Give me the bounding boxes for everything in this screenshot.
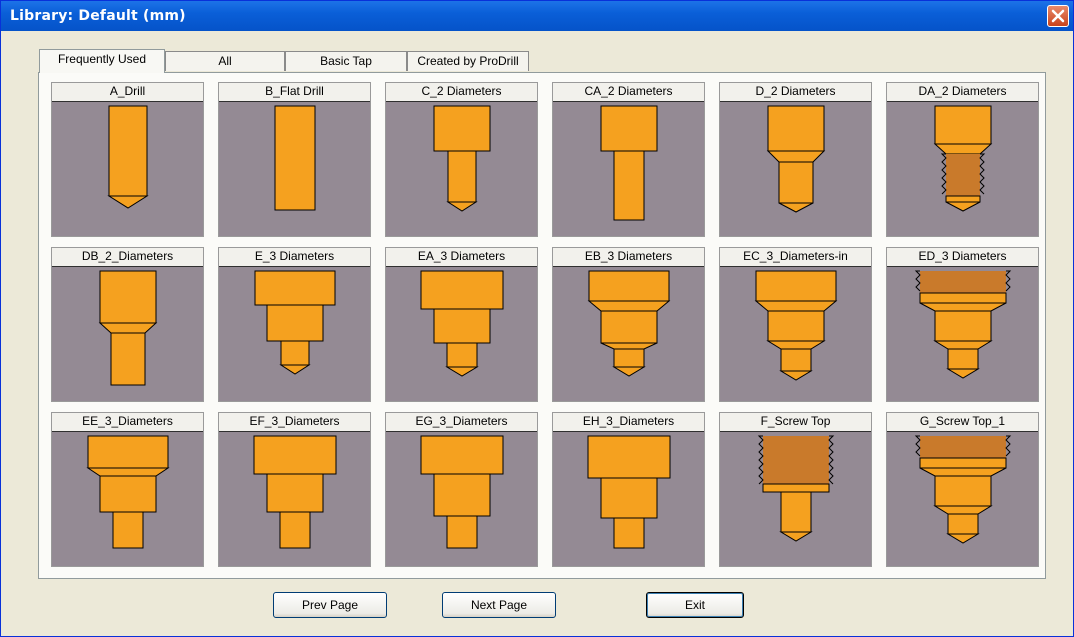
tool-drawing-icon [720,267,871,401]
tool-label: DA_2 Diameters [887,83,1038,102]
tool-label: CA_2 Diameters [553,83,704,102]
prev-page-button[interactable]: Prev Page [273,592,387,618]
tool-label: G_Screw Top_1 [887,413,1038,432]
tab-frequently-used[interactable]: Frequently Used [39,49,165,73]
tool-label: EB_3 Diameters [553,248,704,267]
next-page-button[interactable]: Next Page [442,592,556,618]
tool-label: D_2 Diameters [720,83,871,102]
tool-label: ED_3 Diameters [887,248,1038,267]
tool-drawing-icon [553,432,704,566]
tool-drawing-icon [386,432,537,566]
tool-label: EA_3 Diameters [386,248,537,267]
tool-card[interactable]: F_Screw Top [719,412,872,567]
dialog-body: Frequently Used All Basic Tap Created by… [5,31,1067,634]
library-window: Library: Default (mm) Frequently Used Al… [0,0,1074,637]
tool-card[interactable]: CA_2 Diameters [552,82,705,237]
tool-drawing-icon [887,102,1038,236]
tool-label: EH_3_Diameters [553,413,704,432]
tool-card[interactable]: EH_3_Diameters [552,412,705,567]
tool-label: A_Drill [52,83,203,102]
tool-drawing-icon [386,267,537,401]
tool-card[interactable]: EB_3 Diameters [552,247,705,402]
tool-card[interactable]: EG_3_Diameters [385,412,538,567]
tool-label: EE_3_Diameters [52,413,203,432]
tool-card[interactable]: G_Screw Top_1 [886,412,1039,567]
tool-card[interactable]: EC_3_Diameters-in [719,247,872,402]
tool-drawing-icon [553,102,704,236]
tool-label: DB_2_Diameters [52,248,203,267]
tool-label: EC_3_Diameters-in [720,248,871,267]
tab-all[interactable]: All [165,51,285,71]
tool-card[interactable]: C_2 Diameters [385,82,538,237]
tool-label: F_Screw Top [720,413,871,432]
tool-drawing-icon [219,267,370,401]
window-title: Library: Default (mm) [10,8,186,24]
tool-drawing-icon [553,267,704,401]
title-bar[interactable]: Library: Default (mm) [1,1,1073,31]
exit-button[interactable]: Exit [646,592,744,618]
tool-drawing-icon [887,432,1038,566]
tool-drawing-icon [219,102,370,236]
tool-card[interactable]: ED_3 Diameters [886,247,1039,402]
tool-library-panel: A_Drill B_Flat Drill C_2 Diameters CA_2 Dia… [38,72,1046,579]
tool-card[interactable]: EF_3_Diameters [218,412,371,567]
tool-label: EF_3_Diameters [219,413,370,432]
tool-drawing-icon [720,432,871,566]
tool-card[interactable]: A_Drill [51,82,204,237]
tool-card[interactable]: E_3 Diameters [218,247,371,402]
tool-card[interactable]: EA_3 Diameters [385,247,538,402]
tool-drawing-icon [219,432,370,566]
tool-drawing-icon [52,432,203,566]
tool-drawing-icon [887,267,1038,401]
tool-drawing-icon [52,102,203,236]
tool-drawing-icon [386,102,537,236]
tool-drawing-icon [720,102,871,236]
tool-card[interactable]: DB_2_Diameters [51,247,204,402]
close-button[interactable] [1047,5,1069,27]
tool-drawing-icon [52,267,203,401]
tool-card[interactable]: B_Flat Drill [218,82,371,237]
button-row: Prev Page Next Page Exit [5,592,1067,622]
tool-card[interactable]: D_2 Diameters [719,82,872,237]
tool-label: EG_3_Diameters [386,413,537,432]
tool-card[interactable]: EE_3_Diameters [51,412,204,567]
tool-label: E_3 Diameters [219,248,370,267]
tool-label: B_Flat Drill [219,83,370,102]
tool-card[interactable]: DA_2 Diameters [886,82,1039,237]
close-icon [1051,9,1065,23]
tab-created-by-prodrill[interactable]: Created by ProDrill [407,51,529,71]
tool-label: C_2 Diameters [386,83,537,102]
tab-basic-tap[interactable]: Basic Tap [285,51,407,71]
